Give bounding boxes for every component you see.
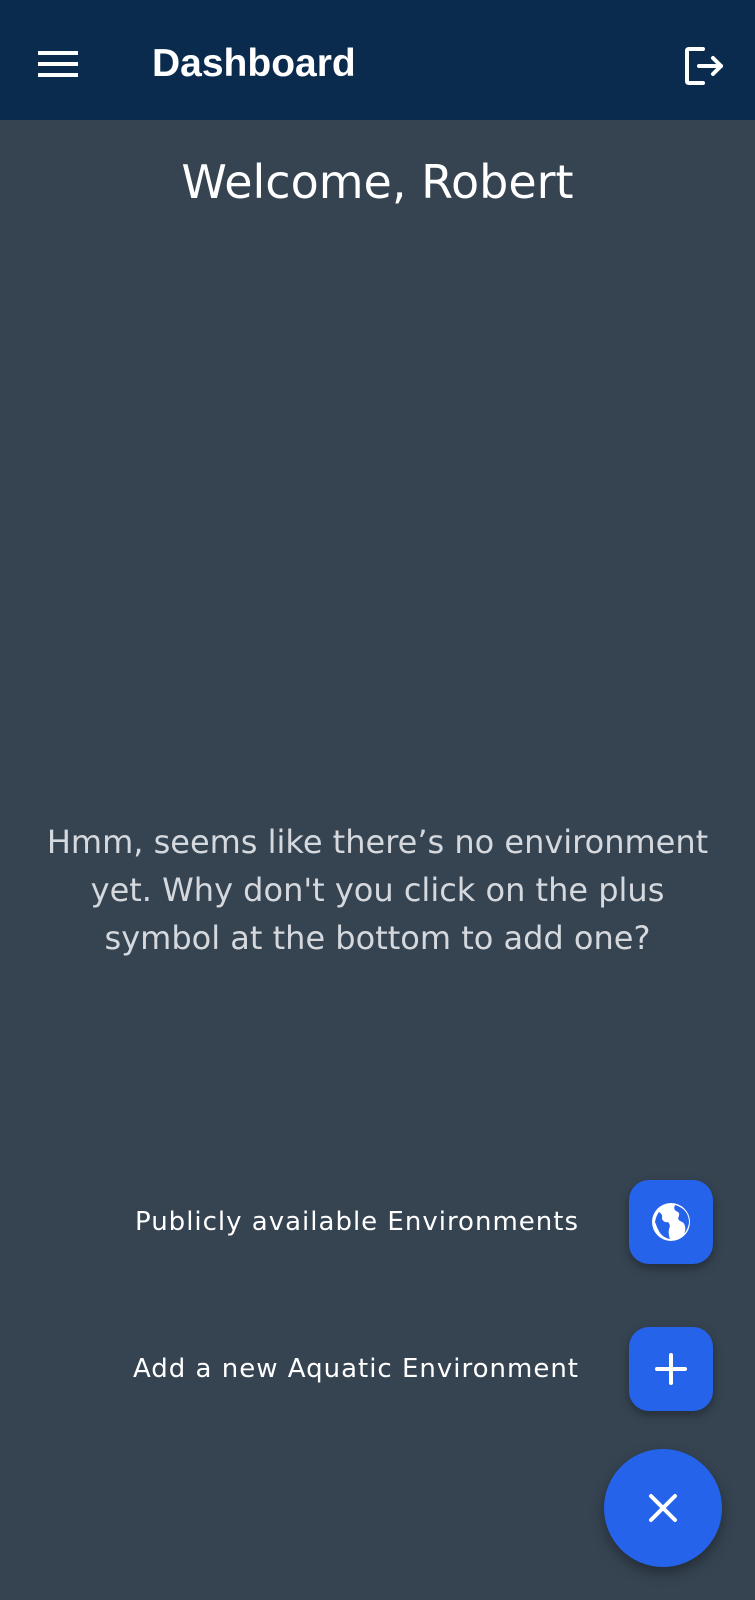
app-bar: Dashboard bbox=[0, 0, 755, 120]
hamburger-menu-icon bbox=[38, 51, 78, 77]
page-title: Dashboard bbox=[152, 42, 356, 85]
add-environment-label[interactable]: Add a new Aquatic Environment bbox=[133, 1351, 579, 1387]
globe-icon bbox=[652, 1203, 690, 1241]
empty-state-message: Hmm, seems like there’s no environment y… bbox=[46, 823, 709, 957]
add-environment-button[interactable] bbox=[629, 1327, 713, 1411]
logout-button[interactable] bbox=[676, 38, 732, 94]
public-environments-button[interactable] bbox=[629, 1180, 713, 1264]
speed-dial-close-button[interactable] bbox=[604, 1449, 722, 1567]
menu-button[interactable] bbox=[30, 38, 86, 90]
welcome-heading: Welcome, Robert bbox=[181, 155, 574, 209]
close-icon bbox=[649, 1494, 677, 1522]
public-environments-label[interactable]: Publicly available Environments bbox=[135, 1204, 579, 1240]
logout-icon bbox=[685, 47, 723, 85]
plus-icon bbox=[655, 1353, 687, 1385]
